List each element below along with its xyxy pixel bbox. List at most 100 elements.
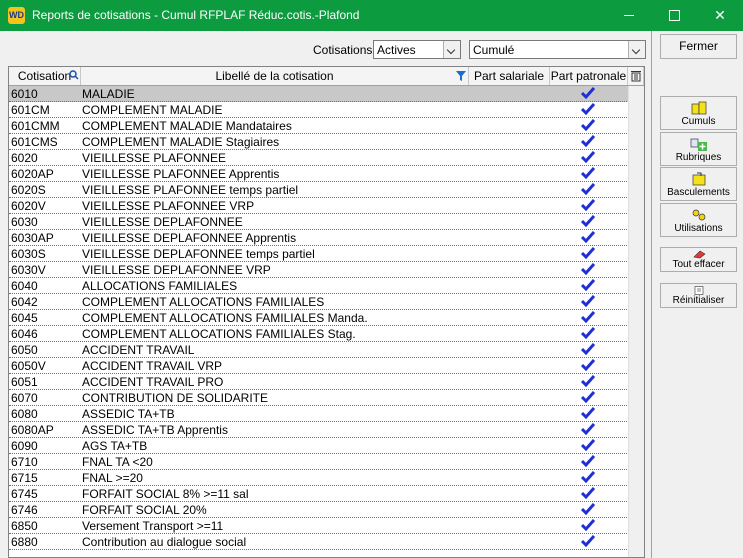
- rubriques-button[interactable]: Rubriques: [660, 132, 737, 166]
- trash-icon: [631, 71, 641, 82]
- cotisation-code-cell: 6850: [11, 519, 38, 533]
- utilisations-button[interactable]: Utilisations: [660, 203, 737, 237]
- close-window-button[interactable]: ✕: [697, 0, 743, 31]
- cotisation-label-cell: VIEILLESSE PLAFONNEE temps partiel: [82, 183, 299, 197]
- check-icon[interactable]: [581, 118, 595, 132]
- check-icon[interactable]: [581, 182, 595, 196]
- table-row[interactable]: 6040 ALLOCATIONS FAMILIALES: [9, 278, 629, 294]
- table-row[interactable]: 6020 VIEILLESSE PLAFONNEE: [9, 150, 629, 166]
- table-row[interactable]: 6020S VIEILLESSE PLAFONNEE temps partiel: [9, 182, 629, 198]
- search-icon[interactable]: [69, 70, 79, 80]
- chevron-down-icon[interactable]: [443, 41, 460, 58]
- status-select-value: Actives: [377, 43, 416, 57]
- vertical-scrollbar[interactable]: [628, 86, 644, 557]
- table-row[interactable]: 6030S VIEILLESSE DEPLAFONNEE temps partie…: [9, 246, 629, 262]
- table-row[interactable]: 6880 Contribution au dialogue social: [9, 534, 629, 550]
- basculements-button[interactable]: Basculements: [660, 167, 737, 201]
- check-icon[interactable]: [581, 326, 595, 340]
- table-row[interactable]: 6020AP VIEILLESSE PLAFONNEE Apprentis: [9, 166, 629, 182]
- table-row[interactable]: 6080AP ASSEDIC TA+TB Apprentis: [9, 422, 629, 438]
- cotisation-label-cell: COMPLEMENT MALADIE: [82, 103, 223, 117]
- check-icon[interactable]: [581, 150, 595, 164]
- table-row[interactable]: 6080 ASSEDIC TA+TB: [9, 406, 629, 422]
- check-icon[interactable]: [581, 310, 595, 324]
- check-icon[interactable]: [581, 278, 595, 292]
- check-icon[interactable]: [581, 534, 595, 548]
- cotisation-code-cell: 6051: [11, 375, 38, 389]
- column-header-part-salariale[interactable]: Part salariale: [469, 67, 550, 85]
- check-icon[interactable]: [581, 230, 595, 244]
- check-icon[interactable]: [581, 214, 595, 228]
- check-icon[interactable]: [581, 374, 595, 388]
- table-row[interactable]: 6030V VIEILLESSE DEPLAFONNEE VRP: [9, 262, 629, 278]
- check-icon[interactable]: [581, 390, 595, 404]
- check-icon[interactable]: [581, 198, 595, 212]
- check-icon[interactable]: [581, 134, 595, 148]
- chevron-down-icon[interactable]: [628, 41, 645, 58]
- check-icon[interactable]: [581, 422, 595, 436]
- cotisation-code-cell: 6715: [11, 471, 38, 485]
- minimize-button[interactable]: [606, 0, 652, 31]
- column-header-libelle[interactable]: Libellé de la cotisation: [81, 67, 469, 85]
- reinitialiser-button[interactable]: Réinitialiser: [660, 283, 737, 308]
- table-row[interactable]: 6051 ACCIDENT TRAVAIL PRO: [9, 374, 629, 390]
- filter-icon[interactable]: [456, 71, 466, 81]
- column-header-part-patronale[interactable]: Part patronale: [550, 67, 628, 85]
- check-icon[interactable]: [581, 358, 595, 372]
- column-picker[interactable]: [628, 67, 644, 85]
- cotisation-code-cell: 6042: [11, 295, 38, 309]
- tout-effacer-button[interactable]: Tout effacer: [660, 247, 737, 272]
- check-icon[interactable]: [581, 470, 595, 484]
- table-row[interactable]: 6070 CONTRIBUTION DE SOLIDARITE: [9, 390, 629, 406]
- cotisations-table[interactable]: Cotisation Libellé de la cotisation Part…: [8, 66, 645, 558]
- table-row[interactable]: 601CMS COMPLEMENT MALADIE Stagiaires: [9, 134, 629, 150]
- check-icon[interactable]: [581, 262, 595, 276]
- table-row[interactable]: 6745 FORFAIT SOCIAL 8% >=11 sal: [9, 486, 629, 502]
- mode-select[interactable]: Cumulé: [469, 40, 646, 59]
- check-icon[interactable]: [581, 454, 595, 468]
- maximize-button[interactable]: [651, 0, 697, 31]
- table-row[interactable]: 6030 VIEILLESSE DEPLAFONNEE: [9, 214, 629, 230]
- cotisation-label-cell: Contribution au dialogue social: [82, 535, 247, 549]
- check-icon[interactable]: [581, 102, 595, 116]
- table-row[interactable]: 6042 COMPLEMENT ALLOCATIONS FAMILIALES: [9, 294, 629, 310]
- status-select[interactable]: Actives: [373, 40, 461, 59]
- check-icon[interactable]: [581, 246, 595, 260]
- table-row[interactable]: 6746 FORFAIT SOCIAL 20%: [9, 502, 629, 518]
- table-row[interactable]: 601CM COMPLEMENT MALADIE: [9, 102, 629, 118]
- column-header-cotisation[interactable]: Cotisation: [9, 67, 81, 85]
- check-icon[interactable]: [581, 86, 595, 100]
- table-row[interactable]: 6710 FNAL TA <20: [9, 454, 629, 470]
- check-icon[interactable]: [581, 166, 595, 180]
- rubriques-add-icon: [690, 138, 707, 151]
- app-logo-icon: WD: [8, 7, 25, 24]
- cotisation-label-cell: VIEILLESSE PLAFONNEE VRP: [82, 199, 255, 213]
- table-row[interactable]: 6715 FNAL >=20: [9, 470, 629, 486]
- cumuls-button[interactable]: Cumuls: [660, 96, 737, 130]
- table-row[interactable]: 6030AP VIEILLESSE DEPLAFONNEE Apprentis: [9, 230, 629, 246]
- cotisation-code-cell: 601CMM: [11, 119, 60, 133]
- check-icon[interactable]: [581, 342, 595, 356]
- cotisation-code-cell: 6045: [11, 311, 38, 325]
- table-row[interactable]: 6010 MALADIE: [9, 86, 629, 102]
- table-row[interactable]: 6050V ACCIDENT TRAVAIL VRP: [9, 358, 629, 374]
- cotisation-label-cell: COMPLEMENT ALLOCATIONS FAMILIALES: [82, 295, 325, 309]
- check-icon[interactable]: [581, 502, 595, 516]
- table-row[interactable]: 6850 Versement Transport >=11: [9, 518, 629, 534]
- table-row[interactable]: 6020V VIEILLESSE PLAFONNEE VRP: [9, 198, 629, 214]
- table-row[interactable]: 601CMM COMPLEMENT MALADIE Mandataires: [9, 118, 629, 134]
- check-icon[interactable]: [581, 486, 595, 500]
- check-icon[interactable]: [581, 294, 595, 308]
- eraser-icon: [692, 250, 706, 259]
- check-icon[interactable]: [581, 438, 595, 452]
- table-row[interactable]: 6050 ACCIDENT TRAVAIL: [9, 342, 629, 358]
- table-row[interactable]: 6090 AGS TA+TB: [9, 438, 629, 454]
- table-row[interactable]: 6045 COMPLEMENT ALLOCATIONS FAMILIALES Ma…: [9, 310, 629, 326]
- cotisation-label-cell: VIEILLESSE PLAFONNEE: [82, 151, 227, 165]
- check-icon[interactable]: [581, 518, 595, 532]
- minimize-icon: [624, 15, 634, 16]
- cotisation-label-cell: ASSEDIC TA+TB: [82, 407, 175, 421]
- fermer-button[interactable]: Fermer: [660, 34, 737, 59]
- table-row[interactable]: 6046 COMPLEMENT ALLOCATIONS FAMILIALES St…: [9, 326, 629, 342]
- check-icon[interactable]: [581, 406, 595, 420]
